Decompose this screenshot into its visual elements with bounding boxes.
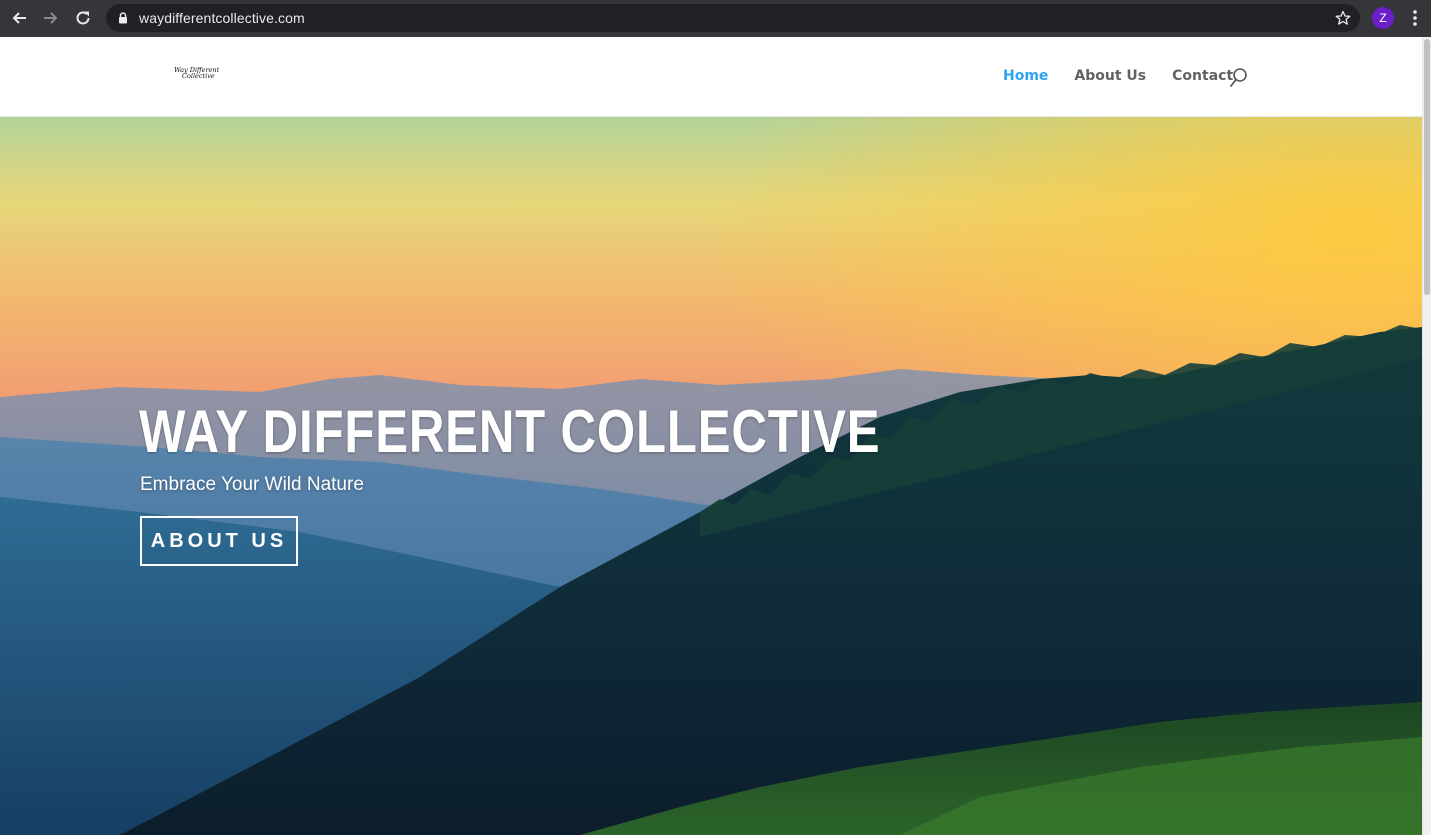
- about-us-button[interactable]: ABOUT US: [140, 516, 298, 566]
- back-button[interactable]: [7, 7, 31, 29]
- browser-toolbar: waydifferentcollective.com Z: [0, 0, 1431, 37]
- page-scrollbar[interactable]: [1422, 37, 1431, 835]
- profile-initial: Z: [1379, 11, 1387, 25]
- reload-icon: [76, 11, 90, 25]
- nav-link-about-us[interactable]: About Us: [1074, 68, 1146, 84]
- profile-avatar[interactable]: Z: [1372, 7, 1394, 29]
- scrollbar-thumb[interactable]: [1424, 39, 1430, 295]
- star-icon[interactable]: [1335, 10, 1351, 26]
- forward-button[interactable]: [39, 7, 63, 29]
- main-nav: Home About Us Contact: [1003, 68, 1233, 84]
- nav-link-contact[interactable]: Contact: [1172, 68, 1233, 84]
- more-vert-icon[interactable]: [1409, 8, 1421, 28]
- site-header: Way Different Collective Home About Us C…: [0, 37, 1422, 117]
- hero-subtitle: Embrace Your Wild Nature: [140, 474, 364, 495]
- search-icon[interactable]: [1229, 67, 1249, 89]
- nav-link-home[interactable]: Home: [1003, 68, 1048, 84]
- about-us-button-label: ABOUT US: [150, 529, 288, 552]
- reload-button[interactable]: [71, 7, 95, 29]
- lock-icon: [119, 12, 127, 24]
- back-arrow-icon: [12, 12, 26, 24]
- url-text[interactable]: waydifferentcollective.com: [139, 10, 305, 26]
- hero-section: WAY DIFFERENT COLLECTIVE Embrace Your Wi…: [0, 117, 1422, 835]
- forward-arrow-icon: [44, 12, 58, 24]
- hero-title: WAY DIFFERENT COLLECTIVE: [139, 398, 881, 465]
- address-bar[interactable]: waydifferentcollective.com: [106, 4, 1360, 32]
- site-logo[interactable]: Way Different Collective: [174, 67, 219, 83]
